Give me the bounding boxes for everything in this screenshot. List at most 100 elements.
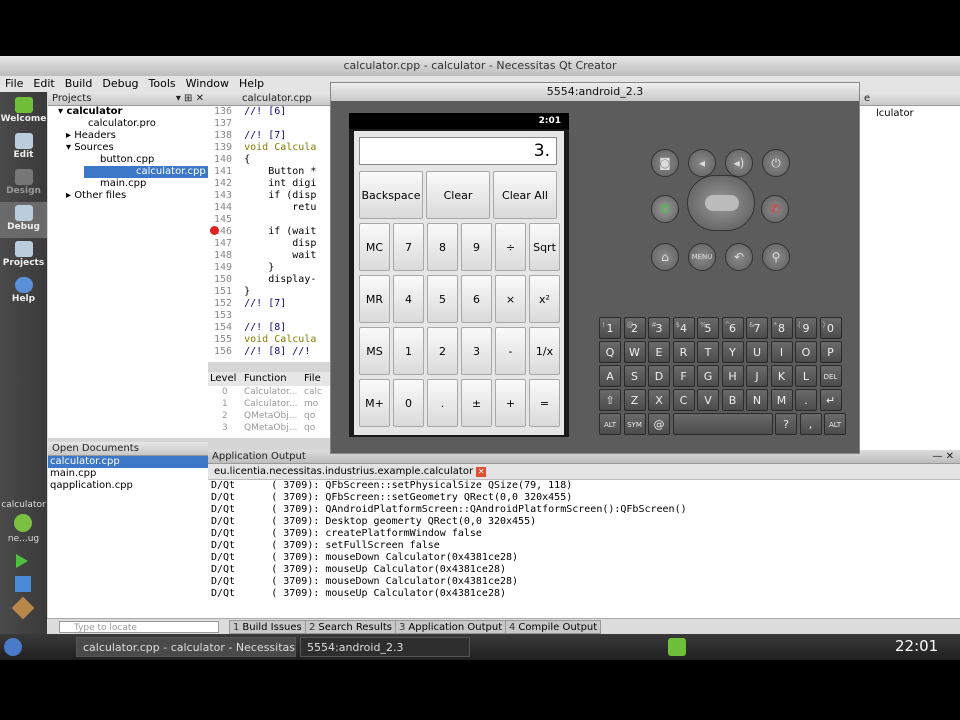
- volume-down-icon[interactable]: ◂: [688, 149, 716, 177]
- key-?[interactable]: ?: [775, 413, 797, 435]
- calc-button[interactable]: ÷: [495, 223, 526, 271]
- key-G[interactable]: G: [697, 365, 719, 387]
- key-0[interactable]: ) 0: [819, 317, 842, 339]
- key-X[interactable]: X: [648, 389, 670, 411]
- menu-build[interactable]: Build: [60, 76, 98, 91]
- power-icon[interactable]: ⏻: [762, 149, 790, 177]
- open-doc-item[interactable]: main.cpp: [48, 468, 208, 480]
- calc-button[interactable]: .: [427, 379, 458, 427]
- key-,[interactable]: ,: [799, 413, 822, 435]
- pane-search-results[interactable]: 2 Search Results: [305, 620, 397, 634]
- key-R[interactable]: R: [672, 341, 695, 363]
- tree-item[interactable]: main.cpp: [48, 178, 208, 190]
- calc-button[interactable]: Clear: [426, 171, 490, 219]
- key-S[interactable]: S: [623, 365, 646, 387]
- menu-file[interactable]: File: [0, 76, 28, 91]
- android-icon[interactable]: [14, 514, 32, 532]
- menu-tools[interactable]: Tools: [144, 76, 181, 91]
- key-2[interactable]: @2: [623, 317, 646, 339]
- tree-item[interactable]: ▸ Headers: [48, 130, 208, 142]
- mode-edit[interactable]: Edit: [0, 130, 47, 166]
- key-A[interactable]: A: [599, 365, 621, 387]
- back-icon[interactable]: ↶: [725, 243, 753, 271]
- run-icon[interactable]: [16, 554, 28, 568]
- tree-root[interactable]: ▾ calculator: [48, 106, 208, 118]
- key-I[interactable]: I: [770, 341, 793, 363]
- dpad-center[interactable]: [705, 195, 739, 211]
- pane-compile-output[interactable]: 4 Compile Output: [505, 620, 602, 634]
- end-call-icon[interactable]: ✆: [761, 195, 789, 223]
- volume-up-icon[interactable]: ◂): [725, 149, 753, 177]
- calc-button[interactable]: 0: [393, 379, 424, 427]
- open-doc-item[interactable]: qapplication.cpp: [48, 480, 208, 492]
- key-space[interactable]: [672, 413, 773, 435]
- calc-button[interactable]: 8: [427, 223, 458, 271]
- key-Z[interactable]: Z: [623, 389, 646, 411]
- open-doc-item[interactable]: calculator.cpp: [48, 456, 208, 468]
- menu-button[interactable]: MENU: [688, 243, 716, 271]
- key-↵[interactable]: ↵: [819, 389, 842, 411]
- mode-projects[interactable]: Projects: [0, 238, 47, 274]
- calc-button[interactable]: 3: [461, 327, 492, 375]
- key-SYM[interactable]: SYM: [623, 413, 646, 435]
- calc-button[interactable]: Sqrt: [529, 223, 560, 271]
- stack-row[interactable]: 3 QMetaObj... qo: [208, 422, 334, 434]
- close-icon[interactable]: ✕: [476, 467, 487, 477]
- key-M[interactable]: M: [770, 389, 793, 411]
- key-T[interactable]: T: [697, 341, 719, 363]
- calc-button[interactable]: 5: [427, 275, 458, 323]
- camera-icon[interactable]: ◙: [651, 149, 679, 177]
- stack-row[interactable]: 1 Calculator... mo: [208, 398, 334, 410]
- mode-help[interactable]: Help: [0, 274, 47, 310]
- key-F[interactable]: F: [672, 365, 695, 387]
- calc-button[interactable]: MS: [359, 327, 390, 375]
- build-hammer-icon[interactable]: [11, 596, 35, 620]
- menu-window[interactable]: Window: [181, 76, 234, 91]
- key-B[interactable]: B: [721, 389, 744, 411]
- key-3[interactable]: #3: [648, 317, 670, 339]
- key-.[interactable]: .: [795, 389, 817, 411]
- key-Q[interactable]: Q: [599, 341, 621, 363]
- debug-run-icon[interactable]: [15, 576, 31, 592]
- breakpoint-icon[interactable]: [210, 226, 219, 235]
- key-7[interactable]: & 7: [746, 317, 768, 339]
- right-pane-item[interactable]: lculator: [860, 106, 960, 119]
- calc-button[interactable]: Backspace: [359, 171, 423, 219]
- key-8[interactable]: * 8: [770, 317, 793, 339]
- key-ALT[interactable]: ALT: [599, 413, 621, 435]
- calc-button[interactable]: ×: [495, 275, 526, 323]
- locator-input[interactable]: Type to locate: [59, 621, 219, 633]
- task-emulator[interactable]: 5554:android_2.3: [300, 637, 470, 657]
- key-DEL[interactable]: DEL: [819, 365, 842, 387]
- calc-button[interactable]: 6: [461, 275, 492, 323]
- calc-button[interactable]: =: [529, 379, 560, 427]
- tree-item[interactable]: calculator.pro: [48, 118, 208, 130]
- call-icon[interactable]: ✆: [651, 195, 679, 223]
- home-icon[interactable]: ⌂: [651, 243, 679, 271]
- key-L[interactable]: L: [795, 365, 817, 387]
- stack-column-header[interactable]: File: [302, 372, 332, 386]
- key-C[interactable]: C: [672, 389, 695, 411]
- menu-debug[interactable]: Debug: [97, 76, 143, 91]
- stack-row[interactable]: 2 QMetaObj... qo: [208, 410, 334, 422]
- stack-row[interactable]: 0 Calculator... calc: [208, 386, 334, 398]
- calc-button[interactable]: 2: [427, 327, 458, 375]
- editor-tab[interactable]: calculator.cpp: [212, 93, 312, 104]
- output-controls-icon[interactable]: — ✕: [932, 450, 960, 464]
- key-W[interactable]: W: [623, 341, 646, 363]
- pane-controls-icon[interactable]: ▾ ⊞ ✕: [176, 92, 208, 106]
- key-N[interactable]: N: [746, 389, 768, 411]
- calc-button[interactable]: 4: [393, 275, 424, 323]
- stack-column-header[interactable]: Function: [242, 372, 302, 386]
- code-editor[interactable]: calculator.cpp 136 //! [6] 137 138 //! […: [208, 92, 334, 362]
- key-Y[interactable]: Y: [721, 341, 744, 363]
- calc-button[interactable]: Clear All: [493, 171, 557, 219]
- calc-button[interactable]: M+: [359, 379, 390, 427]
- search-icon[interactable]: ⚲: [762, 243, 790, 271]
- stack-column-header[interactable]: Level: [208, 372, 242, 386]
- calc-button[interactable]: x²: [529, 275, 560, 323]
- calc-button[interactable]: 7: [393, 223, 424, 271]
- mode-design[interactable]: Design: [0, 166, 47, 202]
- key-@[interactable]: @: [648, 413, 670, 435]
- tree-item[interactable]: button.cpp: [48, 154, 208, 166]
